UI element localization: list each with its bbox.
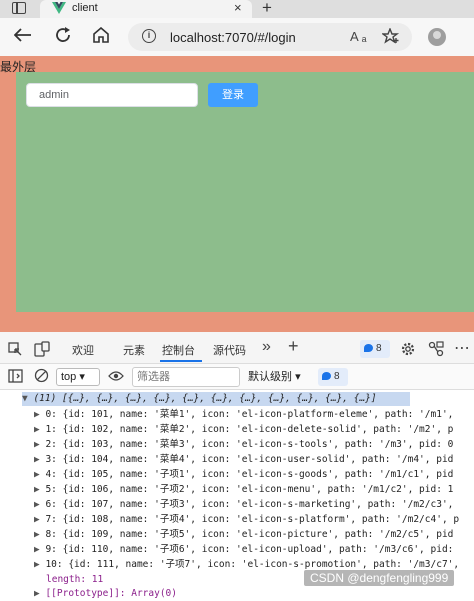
expand-arrow-icon[interactable]: ▶: [34, 544, 45, 555]
read-aloud-icon[interactable]: A ₐ: [350, 29, 366, 44]
array-item-row[interactable]: ▶ 8: {id: 109, name: '子项5', icon: 'el-ic…: [34, 528, 453, 542]
expand-arrow-icon[interactable]: ▶: [34, 424, 45, 435]
expand-arrow-icon[interactable]: ▶: [34, 588, 45, 599]
array-item-text: 9: {id: 110, name: '子项6', icon: 'el-icon…: [45, 544, 454, 555]
array-item-text: 6: {id: 107, name: '子项3', icon: 'el-icon…: [45, 499, 454, 510]
favorite-star-icon[interactable]: [382, 28, 400, 44]
issues-badge[interactable]: 8: [360, 340, 390, 358]
array-summary: (11) [{…}, {…}, {…}, {…}, {…}, {…}, {…},…: [33, 393, 377, 404]
console-output: ▼ (11) [{…}, {…}, {…}, {…}, {…}, {…}, {……: [0, 390, 474, 599]
vue-logo-icon: [52, 2, 66, 14]
array-item-text: 3: {id: 104, name: '菜单4', icon: 'el-icon…: [45, 454, 454, 465]
back-arrow-icon[interactable]: [14, 28, 32, 42]
message-icon: [364, 344, 373, 352]
tab-console[interactable]: 控制台: [162, 342, 195, 358]
array-item-row[interactable]: ▶ 9: {id: 110, name: '子项6', icon: 'el-ic…: [34, 543, 453, 557]
new-tab-button[interactable]: +: [262, 0, 272, 18]
expand-arrow-icon[interactable]: ▶: [34, 469, 45, 480]
site-info-icon[interactable]: i: [142, 29, 156, 43]
context-selector[interactable]: top ▾: [56, 368, 100, 386]
array-item-text: 10: {id: 111, name: '子项7', icon: 'el-ico…: [45, 559, 460, 570]
home-icon[interactable]: [92, 27, 110, 43]
inner-layer: [16, 72, 474, 312]
array-item-row[interactable]: ▶ 2: {id: 103, name: '菜单3', icon: 'el-ic…: [34, 438, 453, 452]
username-input[interactable]: admin: [26, 83, 198, 107]
issues-count: 8: [334, 371, 340, 382]
array-item-text: 0: {id: 101, name: '菜单1', icon: 'el-icon…: [45, 409, 454, 420]
expand-arrow-icon[interactable]: ▼: [22, 393, 33, 404]
tab-elements[interactable]: 元素: [123, 342, 145, 358]
array-item-text: 1: {id: 102, name: '菜单2', icon: 'el-icon…: [45, 424, 454, 435]
array-item-text: 4: {id: 105, name: '子项1', icon: 'el-icon…: [45, 469, 454, 480]
array-item-row[interactable]: ▶ 7: {id: 108, name: '子项4', icon: 'el-ic…: [34, 513, 459, 527]
prototype-text: [[Prototype]]: Array(0): [45, 588, 178, 599]
add-tab-icon[interactable]: +: [288, 336, 299, 357]
console-sidebar-icon[interactable]: [8, 369, 23, 383]
refresh-icon[interactable]: [54, 26, 72, 44]
expand-arrow-icon[interactable]: ▶: [34, 499, 45, 510]
array-item-row[interactable]: ▶ 6: {id: 107, name: '子项3', icon: 'el-ic…: [34, 498, 453, 512]
array-item-row[interactable]: ▶ 0: {id: 101, name: '菜单1', icon: 'el-ic…: [34, 408, 453, 422]
context-value: top: [61, 371, 77, 383]
login-button[interactable]: 登录: [208, 83, 258, 107]
tab-welcome[interactable]: 欢迎: [72, 342, 94, 358]
array-item-row[interactable]: ▶ 4: {id: 105, name: '子项1', icon: 'el-ic…: [34, 468, 453, 482]
array-item-row[interactable]: ▶ 5: {id: 106, name: '子项2', icon: 'el-ic…: [34, 483, 453, 497]
expand-arrow-icon[interactable]: ▶: [34, 439, 45, 450]
prototype-row[interactable]: ▶ [[Prototype]]: Array(0): [34, 587, 177, 601]
log-level-label: 默认级别: [248, 371, 292, 383]
array-summary-row[interactable]: ▼ (11) [{…}, {…}, {…}, {…}, {…}, {…}, {……: [22, 392, 410, 406]
settings-gear-icon[interactable]: [400, 341, 416, 357]
device-emulation-icon[interactable]: [34, 341, 50, 357]
clear-console-icon[interactable]: [34, 368, 49, 383]
expand-arrow-icon[interactable]: ▶: [34, 484, 45, 495]
console-filter-input[interactable]: 筛选器: [132, 367, 240, 387]
log-level-selector[interactable]: 默认级别 ▾: [248, 368, 310, 386]
expand-arrow-icon[interactable]: ▶: [34, 454, 45, 465]
profile-avatar[interactable]: [428, 28, 446, 46]
expand-arrow-icon[interactable]: ▶: [34, 529, 45, 540]
array-item-row[interactable]: ▶ 1: {id: 102, name: '菜单2', icon: 'el-ic…: [34, 423, 453, 437]
dropdown-icon: ▾: [79, 371, 85, 383]
array-item-row[interactable]: ▶ 3: {id: 104, name: '菜单4', icon: 'el-ic…: [34, 453, 453, 467]
issues-count: 8: [376, 343, 382, 354]
issues-badge-toolbar[interactable]: 8: [318, 368, 348, 386]
array-length: length: 11: [46, 574, 104, 585]
tab-sources[interactable]: 源代码: [213, 342, 246, 358]
array-item-text: 7: {id: 108, name: '子项4', icon: 'el-icon…: [45, 514, 460, 525]
inspect-element-icon[interactable]: [8, 342, 22, 356]
active-tab-indicator: [160, 360, 202, 362]
connected-devices-icon[interactable]: [428, 341, 444, 357]
expand-arrow-icon[interactable]: ▶: [34, 514, 45, 525]
array-item-text: 2: {id: 103, name: '菜单3', icon: 'el-icon…: [45, 439, 454, 450]
more-options-icon[interactable]: ⋯: [454, 338, 470, 358]
dropdown-icon: ▾: [295, 371, 301, 383]
live-expression-eye-icon[interactable]: [108, 370, 124, 382]
expand-arrow-icon[interactable]: ▶: [34, 409, 45, 420]
tab-close-icon[interactable]: ×: [234, 0, 242, 15]
array-item-text: 5: {id: 106, name: '子项2', icon: 'el-icon…: [45, 484, 454, 495]
message-icon: [322, 372, 331, 380]
tab-title: client: [72, 2, 98, 14]
url-text[interactable]: localhost:7070/#/login: [170, 30, 296, 45]
array-item-text: 8: {id: 109, name: '子项5', icon: 'el-icon…: [45, 529, 454, 540]
more-tabs-icon[interactable]: »: [262, 338, 271, 356]
csdn-watermark: CSDN @dengfengling999: [304, 570, 455, 586]
expand-arrow-icon[interactable]: ▶: [34, 559, 45, 570]
window-menu-icon[interactable]: [12, 2, 26, 14]
